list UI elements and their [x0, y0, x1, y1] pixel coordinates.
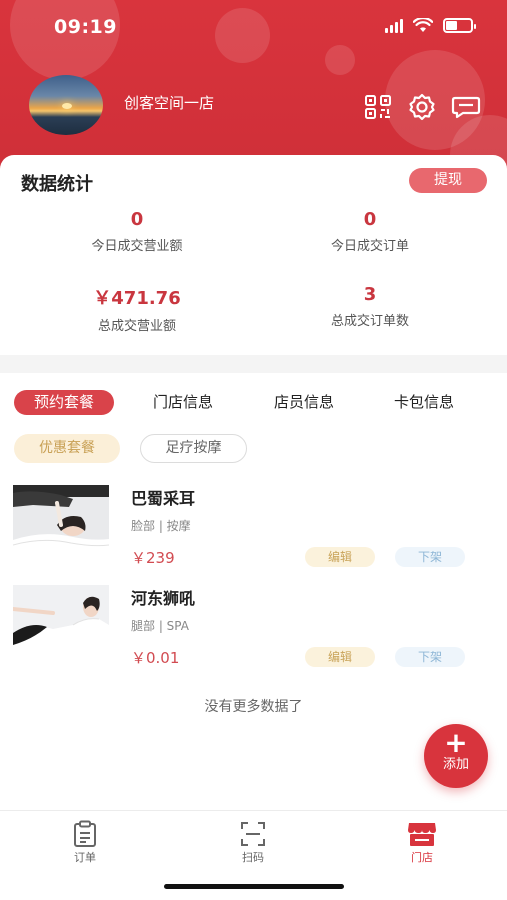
item-image [13, 585, 109, 663]
section-divider [0, 355, 507, 373]
stat-value: 0 [363, 209, 377, 230]
store-avatar[interactable] [29, 75, 103, 135]
clipboard-icon [35, 819, 135, 849]
settings-icon[interactable] [407, 93, 437, 121]
stats-title: 数据统计 [21, 174, 93, 195]
item-image [13, 485, 109, 563]
store-icon [372, 819, 472, 849]
edit-button[interactable]: 编辑 [305, 647, 375, 667]
item-title: 河东狮吼 [131, 589, 196, 608]
tab-packages[interactable]: 预约套餐 [14, 390, 114, 415]
store-name: 创客空间一店 [124, 94, 215, 112]
qr-code-icon[interactable] [363, 94, 393, 120]
nav-item-orders[interactable]: 订单 [35, 819, 135, 865]
wifi-icon [413, 18, 433, 32]
signal-icon [385, 18, 403, 33]
home-indicator [164, 884, 344, 889]
nav-label: 门店 [411, 851, 433, 864]
tab-store-info[interactable]: 门店信息 [133, 390, 233, 415]
stat-today-orders: 0 今日成交订单 [270, 209, 470, 254]
nav-item-scan[interactable]: 扫码 [203, 819, 303, 865]
tab-staff-info[interactable]: 店员信息 [254, 390, 354, 415]
scan-icon [203, 819, 303, 849]
item-tags: 腿部 | SPA [131, 619, 189, 633]
delist-button[interactable]: 下架 [395, 647, 465, 667]
add-button[interactable]: + 添加 [424, 724, 488, 788]
header: 09:19 创客空间一店 [0, 0, 507, 175]
tab-card-info[interactable]: 卡包信息 [374, 390, 474, 415]
item-price: ￥0.01 [131, 649, 180, 667]
battery-icon [443, 18, 476, 33]
status-bar: 09:19 [0, 0, 507, 54]
no-more-data-text: 没有更多数据了 [204, 699, 303, 715]
nav-item-store[interactable]: 门店 [372, 819, 472, 865]
item-title: 巴蜀采耳 [131, 489, 196, 508]
stat-label: 今日成交营业额 [91, 239, 183, 254]
stat-value: 0 [130, 209, 144, 230]
stat-total-orders: 3 总成交订单数 [270, 284, 470, 329]
stats-card: 数据统计 提现 0 今日成交营业额 0 今日成交订单 ￥471.76 总成交营业… [0, 155, 507, 355]
stat-total-revenue: ￥471.76 总成交营业额 [37, 284, 237, 334]
list-item[interactable]: 巴蜀采耳 脸部 | 按摩 ￥239 编辑 下架 [0, 485, 507, 580]
delist-button[interactable]: 下架 [395, 547, 465, 567]
nav-label: 订单 [74, 851, 96, 864]
withdraw-button[interactable]: 提现 [409, 168, 487, 193]
item-price: ￥239 [131, 549, 175, 567]
edit-button[interactable]: 编辑 [305, 547, 375, 567]
item-tags: 脸部 | 按摩 [131, 519, 191, 533]
chip-discount-package[interactable]: 优惠套餐 [14, 434, 120, 463]
header-actions [363, 93, 481, 121]
status-icons [385, 18, 476, 33]
stat-today-revenue: 0 今日成交营业额 [37, 209, 237, 254]
stat-value: 3 [363, 284, 377, 305]
plus-icon: + [444, 726, 468, 759]
stat-value: ￥471.76 [93, 288, 181, 309]
add-button-label: 添加 [442, 757, 469, 772]
message-icon[interactable] [451, 94, 481, 120]
status-time: 09:19 [54, 16, 117, 38]
stat-label: 今日成交订单 [330, 239, 409, 254]
stat-label: 总成交订单数 [330, 314, 409, 329]
list-item[interactable]: 河东狮吼 腿部 | SPA ￥0.01 编辑 下架 [0, 585, 507, 680]
nav-label: 扫码 [242, 851, 264, 864]
stat-label: 总成交营业额 [97, 319, 176, 334]
chip-foot-massage[interactable]: 足疗按摩 [140, 434, 247, 463]
